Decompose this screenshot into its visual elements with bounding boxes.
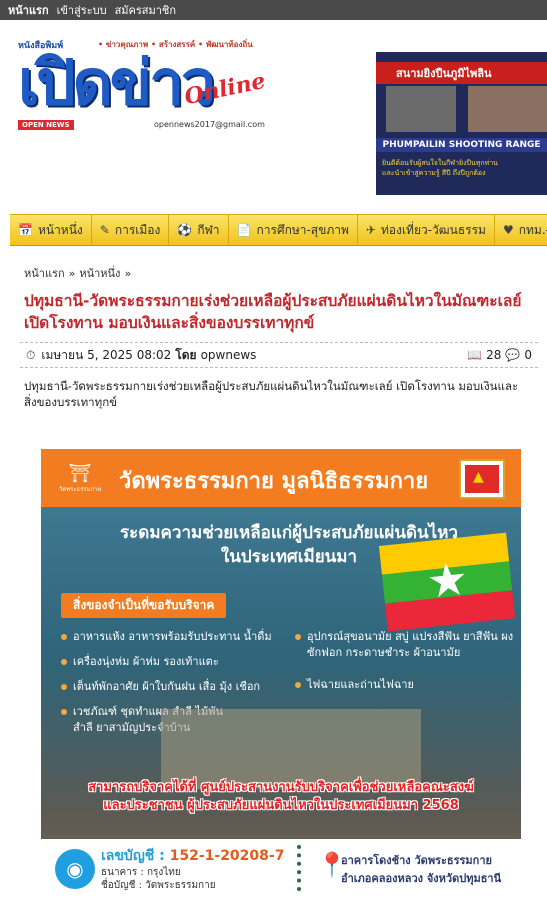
ad-text: ยินดีต้อนรับผู้สนใจในกีฬายิงปืนทุกท่าน แ… bbox=[382, 158, 498, 178]
breadcrumb-sep: » bbox=[68, 267, 76, 280]
breadcrumb: หน้าแรก» หน้าหนึ่ง» bbox=[24, 264, 135, 282]
views-icon: 📖 bbox=[467, 348, 483, 362]
need-item: อุปกรณ์สุขอนามัย สบู่ แปรงสีฟัน ยาสีฟัน … bbox=[295, 629, 515, 661]
breadcrumb-section[interactable]: หน้าหนึ่ง bbox=[79, 267, 120, 280]
nav-label: กีฬา bbox=[197, 222, 220, 237]
temple-photo bbox=[161, 709, 421, 789]
donation-poster-image: ⛩ วัดพระธรรมกาย วัดพระธรรมกาย มูลนิธิธรรม… bbox=[41, 449, 521, 897]
article-excerpt: ปทุมธานี-วัดพระธรรมกายเร่งช่วยเหลือผู้ปร… bbox=[24, 379, 519, 409]
nav-item-2[interactable]: ⚽ กีฬา bbox=[169, 215, 229, 245]
account-label: เลขบัญชี : bbox=[101, 848, 165, 864]
nav-item-1[interactable]: ✎ การเมือง bbox=[92, 215, 170, 245]
nav-label: การศึกษา-สุขภาพ bbox=[256, 222, 349, 237]
logo-caption: วัดพระธรรมกาย bbox=[58, 485, 102, 493]
need-item: อาหารแห้ง อาหารพร้อมรับประทาน น้ำดื่ม bbox=[61, 629, 281, 645]
divider bbox=[297, 845, 301, 891]
need-item: เครื่องนุ่งห่ม ผ้าห่ม รองเท้าแตะ bbox=[61, 654, 281, 670]
needs-label: สิ่งของจำเป็นที่ขอรับบริจาค bbox=[61, 593, 227, 618]
breadcrumb-sep: » bbox=[124, 267, 132, 280]
article-by: โดย bbox=[175, 347, 197, 362]
topbar-login-link[interactable]: เข้าสู่ระบบ bbox=[57, 1, 107, 19]
nav-label: การเมือง bbox=[114, 222, 161, 237]
comment-icon: 💬 bbox=[505, 348, 521, 362]
poster-footer: ◉ เลขบัญชี : 152-1-20208-7 ธนาคาร : กรุง… bbox=[41, 839, 521, 897]
temple-logo-icon: ⛩ วัดพระธรรมกาย bbox=[58, 462, 102, 493]
breadcrumb-home[interactable]: หน้าแรก bbox=[24, 267, 65, 280]
nav-item-0[interactable]: 📅 หน้าหนึ่ง bbox=[10, 215, 92, 245]
ad-photo bbox=[468, 86, 547, 132]
nav-icon: 📅 bbox=[18, 223, 33, 237]
article-title: ปทุมธานี-วัดพระธรรมกายเร่งช่วยเหลือผู้ปร… bbox=[24, 292, 522, 332]
need-item: เต็นท์พักอาศัย ผ้าใบกันฝน เสื่อ มุ้ง เชื… bbox=[61, 679, 281, 695]
nav-icon: ✈ bbox=[365, 223, 376, 237]
poster-headline-line: ในประเทศเมียนมา bbox=[220, 547, 358, 567]
bank-logo-icon: ◉ bbox=[55, 849, 95, 889]
account-name: ชื่อบัญชี : วัดพระธรรมกาย bbox=[101, 880, 216, 891]
ad-text-line: ยินดีต้อนรับผู้สนใจในกีฬายิงปืนทุกท่าน bbox=[382, 159, 498, 167]
ad-photo bbox=[386, 86, 456, 132]
nav-icon: 📄 bbox=[236, 223, 252, 237]
account-number: เลขบัญชี : 152-1-20208-7 bbox=[101, 845, 284, 867]
nav-icon: ♥ bbox=[502, 223, 514, 237]
logo-name: เปิดข่าว bbox=[18, 46, 216, 119]
logo-email: opennews2017@gmail.com bbox=[154, 120, 265, 129]
nav-icon: ⚽ bbox=[177, 223, 193, 237]
article-author[interactable]: opwnews bbox=[201, 348, 257, 362]
poster-header: ⛩ วัดพระธรรมกาย วัดพระธรรมกาย มูลนิธิธรรม… bbox=[41, 449, 521, 507]
dhammakaya-flag-icon: ▲ bbox=[459, 459, 505, 499]
ad-text-line: และนำเข้าสู่ความรู้ สีปี ถึงปีถูกต้อง bbox=[382, 169, 486, 177]
header-ad-banner[interactable]: สนามยิงปืนภูมิไพลิน PHUMPAILIN SHOOTING … bbox=[376, 52, 547, 195]
address-line: อาคารโดงช้าง วัดพระธรรมกาย bbox=[341, 854, 492, 867]
nav-item-4[interactable]: ✈ ท่องเที่ยว-วัฒนธรรม bbox=[358, 215, 495, 245]
site-logo[interactable]: หนังสือพิมพ์ • ข่าวคุณภาพ • สร้างสรรค์ •… bbox=[14, 34, 270, 134]
topbar-home-link[interactable]: หน้าแรก bbox=[8, 1, 49, 19]
topbar-register-link[interactable]: สมัครสมาชิก bbox=[115, 1, 177, 19]
need-item: ไฟฉายและถ่านไฟฉาย bbox=[295, 677, 515, 693]
poster-org: วัดพระธรรมกาย มูลนิธิธรรมกาย bbox=[119, 469, 429, 494]
donate-line: และประชาชน ผู้ประสบภัยแผ่นดินไหวในประเทศ… bbox=[103, 798, 459, 813]
main-nav: 📅 หน้าหนึ่ง ✎ การเมือง ⚽ กีฬา 📄 การศึกษา-สุขภาพ… bbox=[10, 214, 547, 246]
poster-headline: ระดมความช่วยเหลือแก่ผู้ประสบภัยแผ่นดินไห… bbox=[79, 521, 499, 569]
nav-label: หน้าหนึ่ง bbox=[37, 222, 83, 237]
view-count: 28 bbox=[486, 348, 502, 362]
nav-item-3[interactable]: 📄 การศึกษา-สุขภาพ bbox=[229, 215, 358, 245]
nav-item-5[interactable]: ♥ กทม.-ภูมิภาค bbox=[495, 215, 547, 245]
donate-line: สามารถบริจาคได้ที่ ศูนย์ประสานงานรับบริจ… bbox=[88, 780, 474, 795]
nav-label: ท่องเที่ยว-วัฒนธรรม bbox=[380, 222, 486, 237]
ad-banner-text: PHUMPAILIN SHOOTING RANGE bbox=[376, 138, 547, 152]
address-line: อำเภอคลองหลวง จังหวัดปทุมธานี bbox=[341, 872, 502, 885]
article-meta: ⏱ เมษายน 5, 2025 08:02 โดย opwnews 📖 28 … bbox=[20, 342, 538, 368]
account-no: 152-1-20208-7 bbox=[169, 848, 285, 864]
top-admin-bar: หน้าแรก เข้าสู่ระบบ สมัครสมาชิก bbox=[0, 0, 547, 20]
clock-icon: ⏱ bbox=[26, 347, 36, 362]
article-date: เมษายน 5, 2025 08:02 bbox=[41, 347, 172, 362]
poster-headline-line: ระดมความช่วยเหลือแก่ผู้ประสบภัยแผ่นดินไห… bbox=[120, 523, 458, 543]
nav-icon: ✎ bbox=[99, 223, 110, 237]
ad-title: สนามยิงปืนภูมิไพลิน bbox=[376, 62, 547, 84]
nav-label: กทม.-ภูมิภาค bbox=[518, 222, 547, 237]
donate-text: สามารถบริจาคได้ที่ ศูนย์ประสานงานรับบริจ… bbox=[41, 779, 521, 839]
logo-badge: OPEN NEWS bbox=[18, 120, 74, 130]
comment-count[interactable]: 0 bbox=[524, 348, 532, 362]
